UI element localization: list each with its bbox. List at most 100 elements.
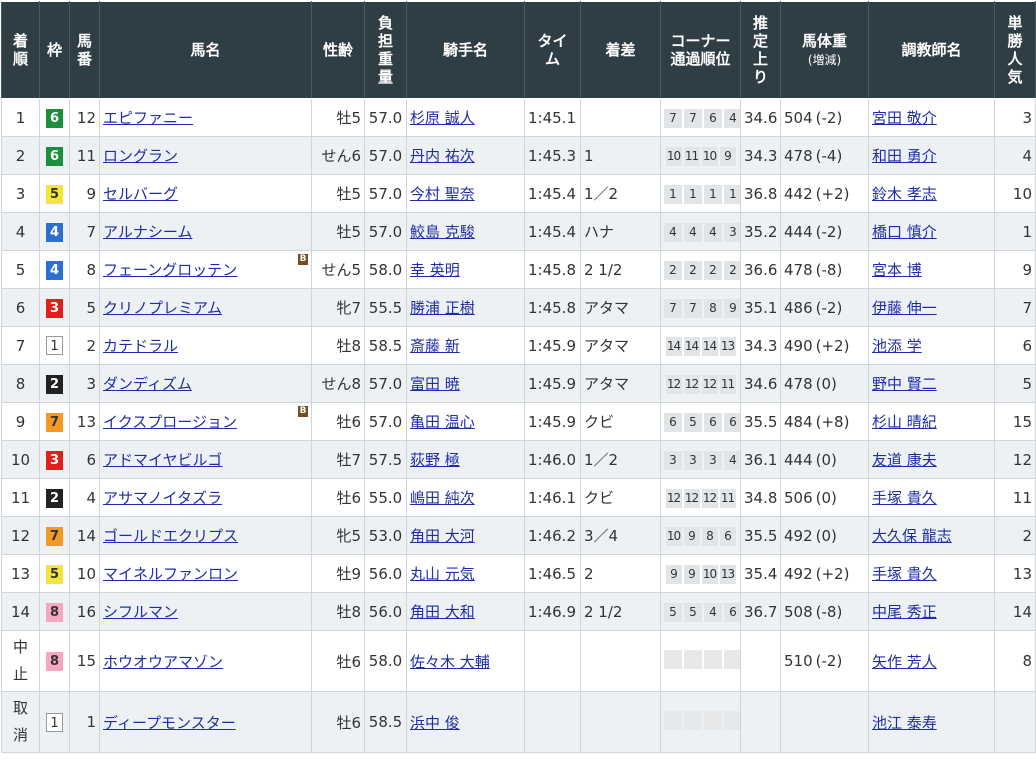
rank-value: 14 bbox=[10, 602, 31, 621]
horse-name-link[interactable]: カテドラル bbox=[103, 337, 178, 355]
corner-positions: 9 9 10 13 bbox=[665, 564, 736, 584]
waku-badge: 7 bbox=[46, 412, 63, 432]
trainer-link[interactable]: 大久保 龍志 bbox=[872, 527, 952, 545]
trainer-link[interactable]: 池添 学 bbox=[872, 337, 922, 355]
jockey-link[interactable]: 丹内 祐次 bbox=[410, 147, 475, 165]
rank-cell: 10 bbox=[1, 440, 40, 479]
jockey-link[interactable]: 佐々木 大輔 bbox=[410, 653, 490, 671]
corner-positions: 12 12 12 11 bbox=[665, 488, 736, 508]
trainer-link[interactable]: 橋口 慎介 bbox=[872, 223, 937, 241]
horse-name-link[interactable]: イクスプロージョン bbox=[103, 413, 237, 431]
horse-name-link[interactable]: ディープモンスター bbox=[103, 714, 236, 732]
waku-badge: 2 bbox=[46, 374, 63, 394]
last3f: 34.6 bbox=[744, 374, 778, 393]
rank-value: 4 bbox=[15, 222, 26, 241]
trainer-link[interactable]: 池江 泰寿 bbox=[872, 714, 937, 732]
horse-name-link[interactable]: シフルマン bbox=[103, 603, 178, 621]
popularity-cell: 10 bbox=[994, 174, 1036, 213]
trainer-link[interactable]: 宮田 敬介 bbox=[872, 109, 937, 127]
horse-name-link[interactable]: ゴールドエクリプス bbox=[103, 527, 238, 545]
corner-position: 2 bbox=[724, 260, 740, 280]
waku-cell: 1 bbox=[39, 691, 70, 753]
sex-age-cell: 牡6 bbox=[311, 402, 365, 441]
rank-value: 6 bbox=[15, 298, 26, 317]
trainer-link[interactable]: 野中 賢二 bbox=[872, 375, 937, 393]
jockey-link[interactable]: 鮫島 克駿 bbox=[410, 223, 475, 241]
horse-name-link[interactable]: マイネルファンロン bbox=[103, 565, 238, 583]
trainer-cell: 池江 泰寿 bbox=[868, 691, 995, 753]
carried-weight: 57.0 bbox=[368, 184, 403, 203]
time-cell: 1:46.1 bbox=[524, 478, 581, 517]
trainer-link[interactable]: 鈴木 孝志 bbox=[872, 185, 937, 203]
header-horse: 馬名 bbox=[99, 1, 312, 99]
sex-age-cell: 牡5 bbox=[311, 98, 365, 137]
jockey-link[interactable]: 角田 大和 bbox=[410, 603, 475, 621]
corner-cell bbox=[660, 630, 741, 692]
sex-age: 牡7 bbox=[336, 451, 361, 469]
horse-name-link[interactable]: ホウオウアマゾン bbox=[103, 653, 223, 671]
horse-name-link[interactable]: アドマイヤビルゴ bbox=[103, 451, 222, 469]
horse-name-link[interactable]: フェーングロッテン bbox=[103, 261, 237, 279]
horse-name-link[interactable]: エピファニー bbox=[103, 109, 193, 127]
blinker-icon: B bbox=[298, 406, 308, 417]
jockey-link[interactable]: 今村 聖奈 bbox=[410, 185, 475, 203]
trainer-link[interactable]: 和田 勇介 bbox=[872, 147, 937, 165]
jockey-link[interactable]: 杉原 誠人 bbox=[410, 109, 475, 127]
trainer-link[interactable]: 手塚 貴久 bbox=[872, 565, 937, 583]
corner-position bbox=[724, 710, 740, 730]
jockey-link[interactable]: 勝浦 正樹 bbox=[410, 299, 475, 317]
horse-name-link[interactable]: ダンディズム bbox=[103, 375, 192, 393]
horse-name-link[interactable]: アサマノイタズラ bbox=[103, 489, 222, 507]
horse-number: 10 bbox=[76, 564, 96, 583]
horse-name-cell: フェーングロッテン B bbox=[99, 250, 312, 289]
waku-cell: 3 bbox=[39, 288, 70, 327]
body-weight-diff: (+2) bbox=[815, 564, 850, 583]
carried-weight: 55.5 bbox=[368, 298, 403, 317]
horse-name-link[interactable]: セルバーグ bbox=[103, 185, 178, 203]
jockey-link[interactable]: 斎藤 新 bbox=[410, 337, 460, 355]
horse-number-cell: 8 bbox=[69, 250, 100, 289]
trainer-link[interactable]: 宮本 博 bbox=[872, 261, 922, 279]
carried-weight: 58.0 bbox=[368, 652, 403, 670]
horse-name-link[interactable]: クリノプレミアム bbox=[103, 299, 222, 317]
trainer-link[interactable]: 杉山 晴紀 bbox=[872, 413, 937, 431]
trainer-cell: 和田 勇介 bbox=[868, 136, 995, 175]
body-weight-cell: 478 (-8) bbox=[780, 250, 869, 289]
jockey-link[interactable]: 幸 英明 bbox=[410, 261, 460, 279]
weight-cell: 58.0 bbox=[364, 250, 407, 289]
jockey-link[interactable]: 荻野 極 bbox=[410, 451, 460, 469]
finish-time: 1:46.2 bbox=[528, 526, 576, 545]
weight-cell: 53.0 bbox=[364, 516, 407, 555]
corner-positions: 3334 bbox=[664, 450, 740, 470]
trainer-link[interactable]: 伊藤 伸一 bbox=[872, 299, 937, 317]
trainer-link[interactable]: 友道 康夫 bbox=[872, 451, 937, 469]
trainer-link[interactable]: 手塚 貴久 bbox=[872, 489, 937, 507]
horse-name-cell: エピファニー bbox=[99, 98, 312, 137]
jockey-link[interactable]: 嶋田 純次 bbox=[410, 489, 475, 507]
trainer-link[interactable]: 中尾 秀正 bbox=[872, 603, 937, 621]
corner-cell: 12 12 12 11 bbox=[660, 364, 741, 403]
jockey-link[interactable]: 亀田 温心 bbox=[410, 413, 475, 431]
trainer-link[interactable]: 矢作 芳人 bbox=[872, 653, 937, 671]
jockey-link[interactable]: 角田 大河 bbox=[410, 527, 475, 545]
jockey-link[interactable]: 丸山 元気 bbox=[410, 565, 475, 583]
header-waku: 枠 bbox=[39, 1, 70, 99]
margin: 2 1/2 bbox=[584, 260, 623, 279]
margin: アタマ bbox=[584, 375, 630, 393]
jockey-link[interactable]: 浜中 俊 bbox=[410, 714, 460, 732]
trainer-cell: 矢作 芳人 bbox=[868, 630, 995, 692]
jockey-link[interactable]: 富田 暁 bbox=[410, 375, 460, 393]
horse-name-link[interactable]: アルナシーム bbox=[103, 223, 192, 241]
corner-position: 5 bbox=[684, 602, 702, 622]
table-row: 9 7 13 イクスプロージョン B 牡6 57.0 亀田 温心 1:45.9 クビ 6 5 6 6 35.… bbox=[1, 402, 1036, 441]
waku-badge: 7 bbox=[46, 526, 63, 546]
table-row: 2 6 11 ロングラン せん6 57.0 丹内 祐次 1:45.3 1 10 11 10 9 34.3 4… bbox=[1, 136, 1036, 175]
carried-weight: 58.5 bbox=[368, 713, 403, 731]
margin-cell: 3／4 bbox=[580, 516, 661, 555]
waku-badge: 3 bbox=[46, 298, 63, 318]
last3f-cell bbox=[740, 691, 781, 753]
last3f: 36.8 bbox=[744, 184, 778, 203]
horse-name-link[interactable]: ロングラン bbox=[103, 147, 178, 165]
last3f: 36.7 bbox=[744, 602, 778, 621]
finish-time: 1:45.9 bbox=[528, 374, 576, 393]
